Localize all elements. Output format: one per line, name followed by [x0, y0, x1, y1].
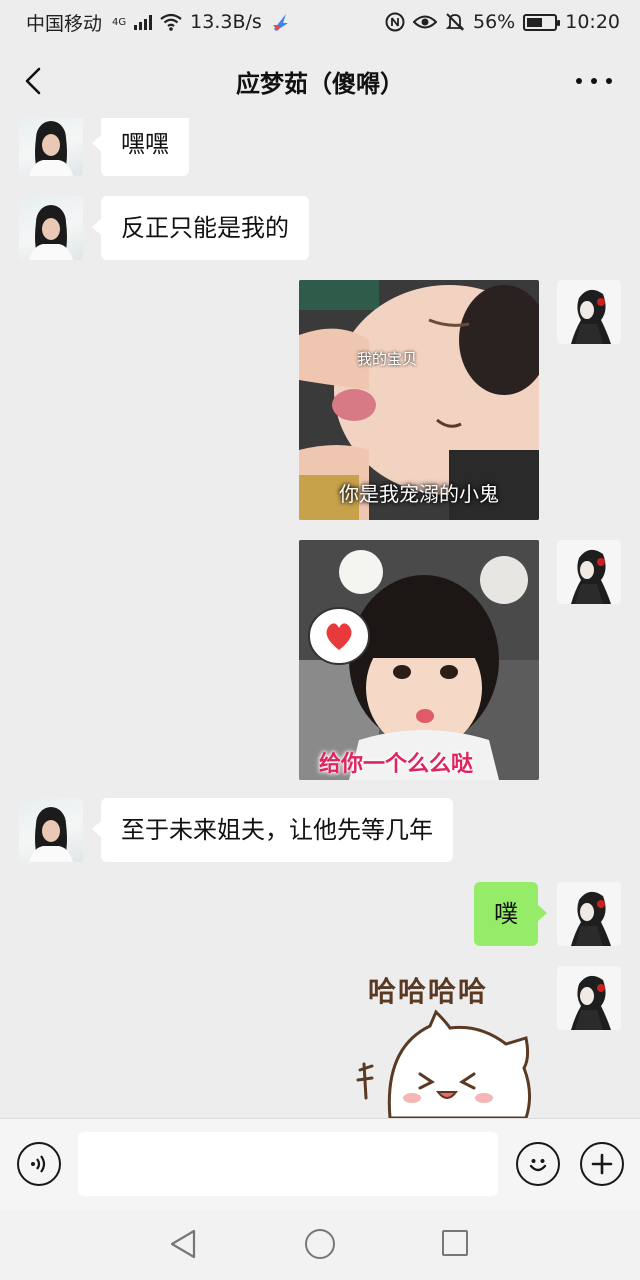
battery-percent: 56%	[473, 11, 516, 33]
more-dots-icon	[576, 78, 582, 84]
contact-avatar[interactable]	[19, 196, 83, 260]
nav-home-button[interactable]	[305, 1229, 335, 1259]
back-button[interactable]	[20, 66, 50, 96]
voice-button[interactable]	[17, 1142, 61, 1186]
voice-icon	[31, 1155, 46, 1173]
my-avatar[interactable]	[557, 882, 621, 946]
message-list[interactable]: 嘿嘿 反正只能是我的 我的宝贝 你是我宠溺的小鬼 给你一个么么哒 至于未来姐夫，…	[0, 118, 640, 1118]
chevron-left-icon	[25, 67, 41, 95]
image-caption-top: 我的宝贝	[357, 350, 418, 368]
system-nav-bar	[0, 1210, 640, 1280]
message-text: 嘿嘿	[121, 130, 169, 158]
message-text: 反正只能是我的	[121, 214, 289, 242]
nfc-icon	[385, 12, 405, 32]
sent-image-message[interactable]: 我的宝贝 你是我宠溺的小鬼	[299, 280, 539, 520]
image-caption: 给你一个么么哒	[319, 752, 474, 777]
sent-image-message[interactable]: 给你一个么么哒	[299, 540, 539, 780]
status-bar: 中国移动 4G 13.3B/s 56% 10:20	[0, 0, 640, 44]
eye-icon	[413, 15, 437, 29]
clock: 10:20	[565, 11, 620, 33]
mute-bell-icon	[445, 13, 465, 31]
nav-back-button[interactable]	[168, 1228, 198, 1260]
laughing-cat-sticker[interactable]	[350, 1008, 540, 1118]
chat-title: 应梦茹（傻嘚）	[236, 69, 404, 98]
emoji-button[interactable]	[516, 1142, 560, 1186]
nav-recents-button[interactable]	[442, 1230, 468, 1256]
carrier-label: 中国移动	[26, 12, 103, 35]
incoming-message-bubble[interactable]: 嘿嘿	[92, 118, 189, 176]
emoji-icon	[529, 1159, 547, 1172]
contact-avatar[interactable]	[19, 798, 83, 862]
wifi-icon	[160, 13, 182, 31]
sticker-caption: 哈哈哈哈	[368, 975, 489, 1008]
plus-button[interactable]	[580, 1142, 624, 1186]
chat-header: 应梦茹（傻嘚）	[0, 44, 640, 118]
signal-icon	[134, 14, 153, 30]
outgoing-message-bubble[interactable]: 噗	[474, 882, 547, 946]
image-caption: 你是我宠溺的小鬼	[339, 482, 499, 506]
network-speed: 13.3B/s	[190, 11, 262, 33]
app-notification-icon	[272, 14, 288, 31]
battery-icon	[523, 13, 561, 31]
message-text: 噗	[494, 900, 518, 928]
more-button[interactable]	[576, 66, 612, 96]
network-type: 4G	[112, 16, 127, 28]
triangle-back-icon	[170, 1229, 196, 1259]
input-bar	[0, 1118, 640, 1210]
incoming-message-bubble[interactable]: 至于未来姐夫，让他先等几年	[92, 798, 453, 862]
message-text: 至于未来姐夫，让他先等几年	[121, 816, 433, 844]
message-input[interactable]	[78, 1132, 498, 1196]
my-avatar[interactable]	[557, 540, 621, 604]
contact-avatar[interactable]	[19, 118, 83, 176]
plus-icon	[591, 1153, 613, 1175]
my-avatar[interactable]	[557, 966, 621, 1030]
my-avatar[interactable]	[557, 280, 621, 344]
incoming-message-bubble[interactable]: 反正只能是我的	[92, 196, 309, 260]
